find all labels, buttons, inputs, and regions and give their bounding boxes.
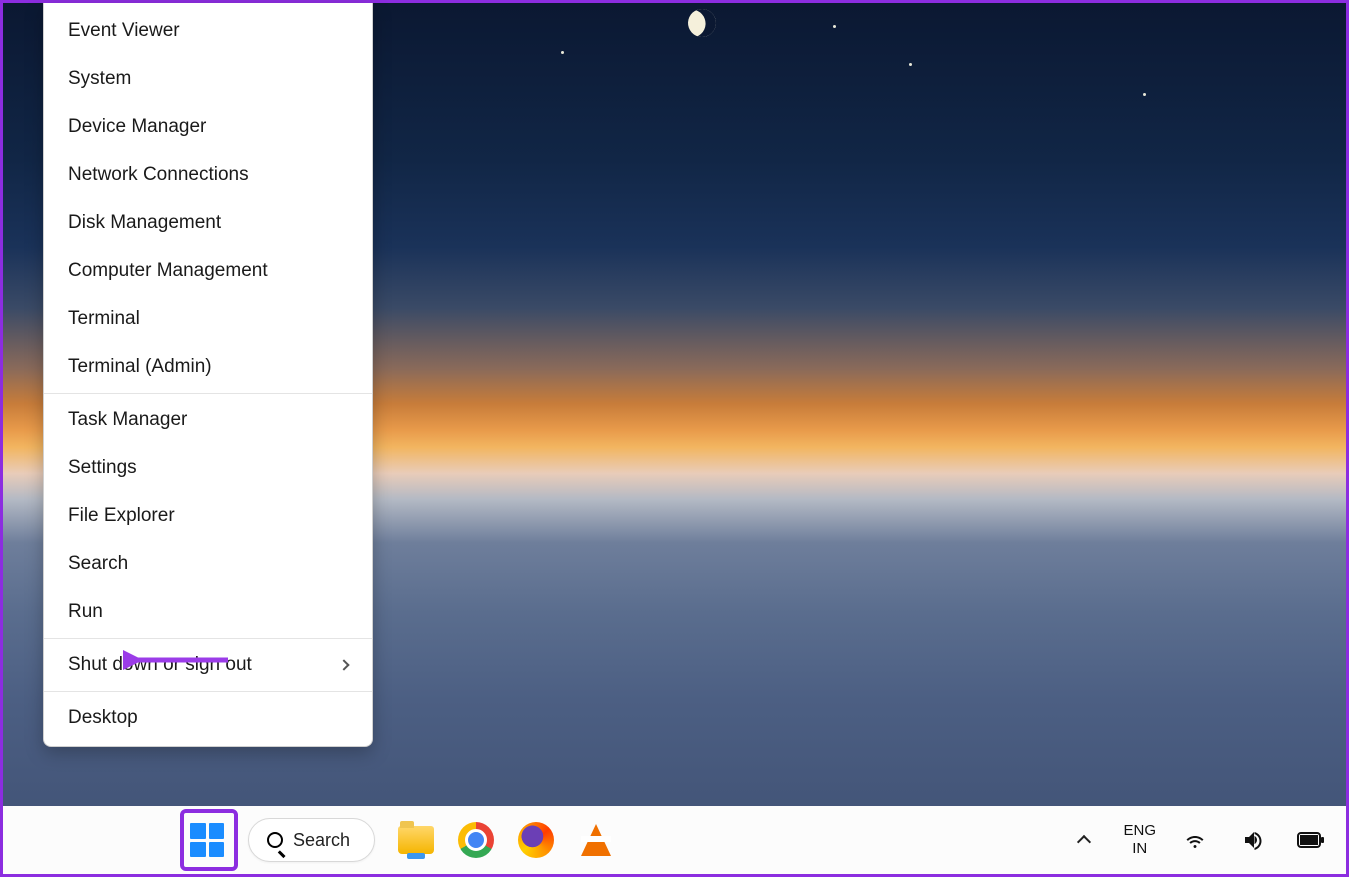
chevron-right-icon	[338, 659, 349, 670]
moon-decoration	[684, 5, 720, 41]
taskbar-center-group: Search	[188, 818, 615, 862]
menu-separator	[44, 393, 372, 394]
file-explorer-taskbar-icon[interactable]	[397, 821, 435, 859]
menu-item-device-manager[interactable]: Device Manager	[44, 103, 372, 151]
firefox-taskbar-icon[interactable]	[517, 821, 555, 859]
menu-item-disk-management[interactable]: Disk Management	[44, 199, 372, 247]
menu-item-run[interactable]: Run	[44, 588, 372, 636]
menu-label: Network Connections	[68, 164, 249, 186]
menu-label: Computer Management	[68, 260, 268, 282]
chevron-up-icon	[1077, 835, 1091, 849]
star-decoration	[561, 51, 564, 54]
star-decoration	[909, 63, 912, 66]
menu-label: Settings	[68, 457, 137, 479]
menu-item-task-manager[interactable]: Task Manager	[44, 396, 372, 444]
menu-item-event-viewer[interactable]: Event Viewer	[44, 7, 372, 55]
wifi-tray-icon[interactable]	[1176, 821, 1214, 859]
star-decoration	[833, 25, 836, 28]
menu-label: Task Manager	[68, 409, 187, 431]
language-indicator[interactable]: ENG IN	[1123, 822, 1156, 858]
menu-item-file-explorer[interactable]: File Explorer	[44, 492, 372, 540]
menu-label: File Explorer	[68, 505, 175, 527]
menu-item-network-connections[interactable]: Network Connections	[44, 151, 372, 199]
menu-label: Run	[68, 601, 103, 623]
volume-tray-icon[interactable]	[1234, 821, 1272, 859]
chrome-icon	[458, 822, 494, 858]
taskbar: Search ENG IN	[3, 806, 1346, 874]
lang-top: ENG	[1123, 822, 1156, 840]
menu-label: Terminal (Admin)	[68, 356, 212, 378]
windows-logo-icon	[190, 823, 224, 857]
search-label: Search	[293, 830, 350, 851]
menu-separator	[44, 638, 372, 639]
search-button[interactable]: Search	[248, 818, 375, 862]
menu-item-terminal[interactable]: Terminal	[44, 295, 372, 343]
menu-label: Disk Management	[68, 212, 221, 234]
lang-bottom: IN	[1123, 840, 1156, 858]
menu-separator	[44, 691, 372, 692]
menu-item-system[interactable]: System	[44, 55, 372, 103]
battery-icon	[1297, 831, 1325, 849]
menu-item-terminal-admin[interactable]: Terminal (Admin)	[44, 343, 372, 391]
menu-label: System	[68, 68, 131, 90]
menu-item-shut-down-or-sign-out[interactable]: Shut down or sign out	[44, 641, 372, 689]
menu-label: Event Viewer	[68, 20, 180, 42]
folder-icon	[398, 826, 434, 854]
menu-label: Desktop	[68, 707, 138, 729]
tray-overflow-button[interactable]	[1065, 821, 1103, 859]
wifi-icon	[1183, 828, 1207, 852]
search-icon	[267, 832, 283, 848]
system-tray: ENG IN	[1065, 806, 1330, 874]
power-user-menu: Event Viewer System Device Manager Netwo…	[43, 3, 373, 747]
speaker-icon	[1241, 828, 1265, 852]
desktop-wallpaper: Event Viewer System Device Manager Netwo…	[3, 3, 1346, 874]
menu-item-computer-management[interactable]: Computer Management	[44, 247, 372, 295]
menu-label: Search	[68, 553, 128, 575]
menu-item-desktop[interactable]: Desktop	[44, 694, 372, 742]
menu-label: Shut down or sign out	[68, 654, 252, 676]
battery-tray-icon[interactable]	[1292, 821, 1330, 859]
menu-label: Device Manager	[68, 116, 206, 138]
menu-item-search[interactable]: Search	[44, 540, 372, 588]
menu-label: Terminal	[68, 308, 140, 330]
vlc-icon	[581, 824, 611, 856]
vlc-taskbar-icon[interactable]	[577, 821, 615, 859]
star-decoration	[1143, 93, 1146, 96]
start-button[interactable]	[188, 821, 226, 859]
chrome-taskbar-icon[interactable]	[457, 821, 495, 859]
menu-item-settings[interactable]: Settings	[44, 444, 372, 492]
firefox-icon	[518, 822, 554, 858]
